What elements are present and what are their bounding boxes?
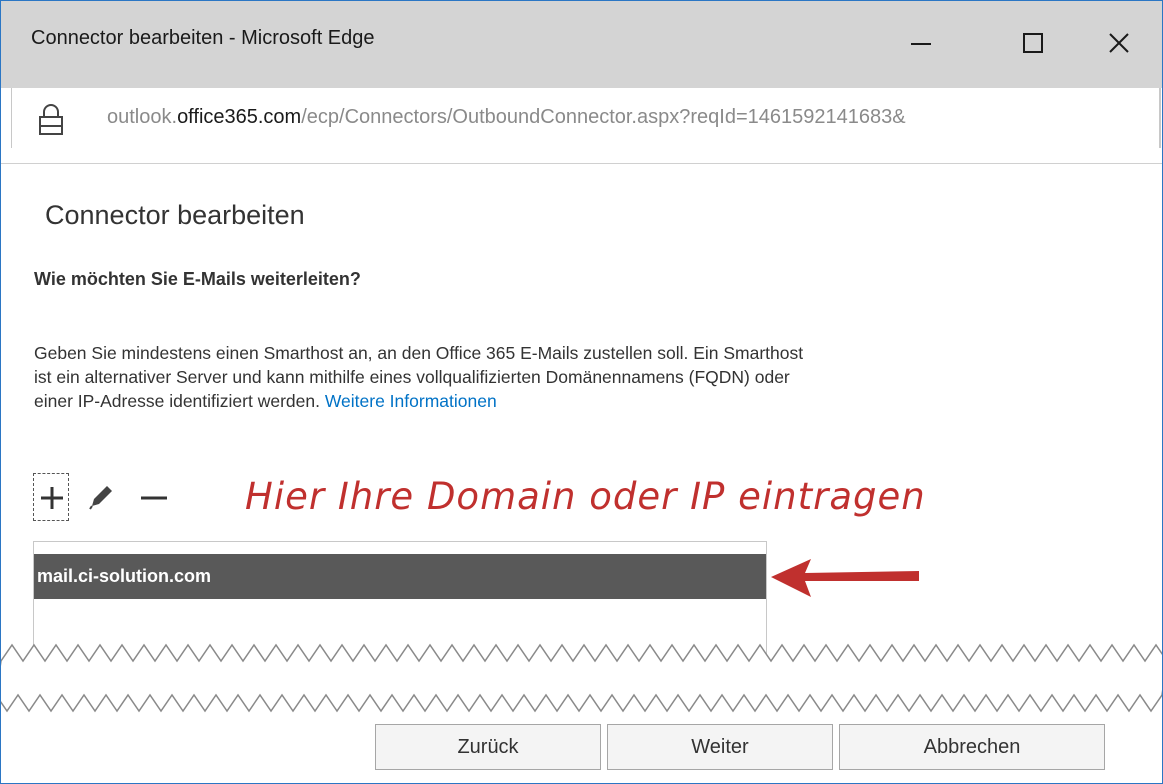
next-button[interactable]: Weiter — [607, 724, 833, 770]
add-button[interactable] — [33, 473, 69, 521]
annotation-arrow — [771, 559, 919, 597]
title-bar: Connector bearbeiten - Microsoft Edge — [1, 1, 1162, 88]
maximize-button[interactable] — [1013, 23, 1053, 63]
more-info-link[interactable]: Weitere Informationen — [325, 391, 497, 411]
close-icon — [1109, 33, 1129, 53]
window-title: Connector bearbeiten - Microsoft Edge — [31, 27, 375, 49]
close-button[interactable] — [1099, 23, 1139, 63]
edit-icon — [89, 486, 112, 510]
description-text: Geben Sie mindestens einen Smarthost an,… — [34, 341, 804, 413]
torn-edge — [1, 643, 1162, 713]
url-path: /ecp/Connectors/OutboundConnector.aspx?r… — [301, 106, 906, 128]
minimize-button[interactable] — [901, 23, 941, 63]
list-item[interactable]: mail.ci-solution.com — [34, 554, 766, 599]
edit-button[interactable] — [87, 483, 115, 511]
cancel-button[interactable]: Abbrechen — [839, 724, 1105, 770]
divider — [11, 88, 12, 148]
url-host: office365.com — [177, 106, 302, 128]
url-subdomain: outlook. — [107, 106, 178, 128]
section-heading: Wie möchten Sie E-Mails weiterleiten? — [34, 269, 361, 289]
divider — [1159, 88, 1161, 148]
page-title: Connector bearbeiten — [45, 200, 305, 230]
remove-icon — [141, 496, 167, 500]
remove-button[interactable] — [137, 483, 171, 511]
browser-window: Connector bearbeiten - Microsoft Edge ou… — [0, 0, 1163, 784]
lock-icon — [39, 104, 63, 135]
maximize-icon — [1023, 33, 1043, 53]
address-bar[interactable]: outlook.office365.com/ecp/Connectors/Out… — [1, 88, 1162, 164]
minimize-icon — [911, 43, 931, 45]
smarthost-toolbar — [33, 473, 183, 523]
url-text[interactable]: outlook.office365.com/ecp/Connectors/Out… — [107, 106, 1157, 129]
annotation-text: Hier Ihre Domain oder IP eintragen — [245, 475, 926, 518]
back-button[interactable]: Zurück — [375, 724, 601, 770]
add-icon — [41, 487, 63, 509]
